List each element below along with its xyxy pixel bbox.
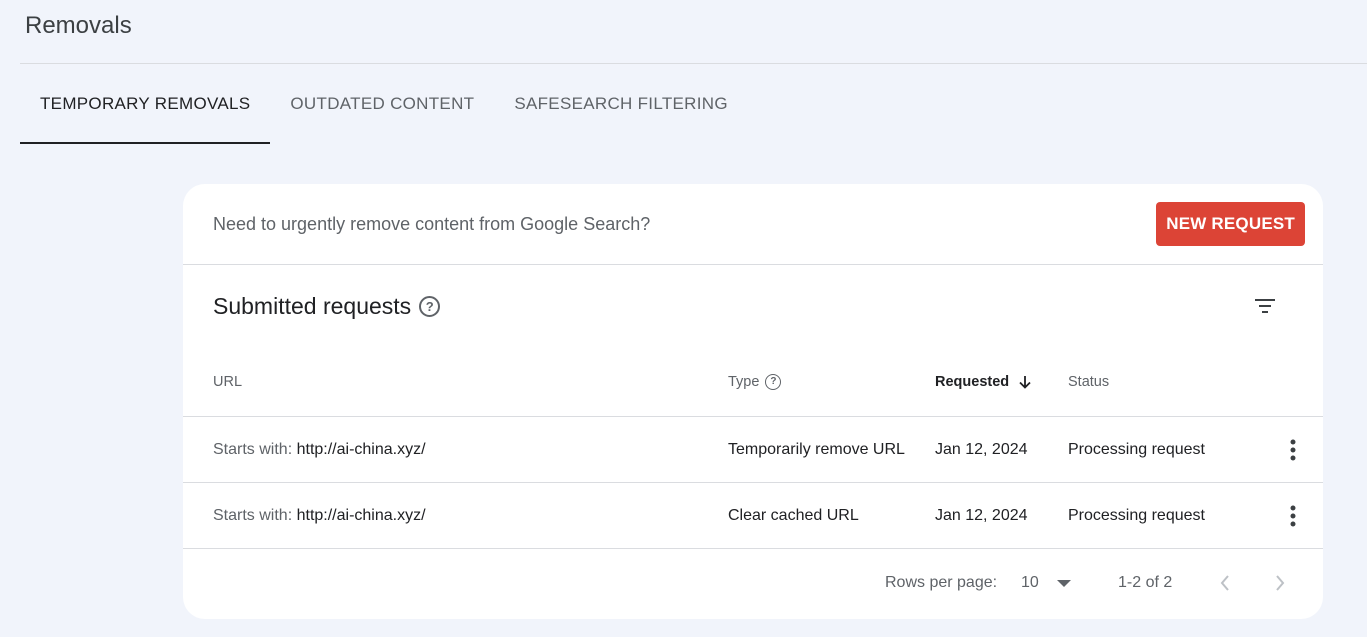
help-icon[interactable]: ? [419, 295, 441, 317]
more-vert-icon[interactable] [1283, 439, 1303, 461]
url-cell: Starts with: http://ai-china.xyz/ [213, 441, 426, 459]
tab-bar: TEMPORARY REMOVALS OUTDATED CONTENT SAFE… [20, 64, 748, 144]
url-value: http://ai-china.xyz/ [296, 440, 426, 458]
column-header-type-wrap: Type ? [728, 373, 782, 390]
table-row[interactable]: Starts with: http://ai-china.xyz/ Tempor… [183, 417, 1323, 483]
column-header-type[interactable]: Type [728, 374, 759, 390]
column-header-requested[interactable]: Requested [935, 374, 1009, 390]
requested-cell: Jan 12, 2024 [935, 440, 1028, 458]
url-cell: Starts with: http://ai-china.xyz/ [213, 507, 426, 525]
page-range: 1-2 of 2 [1118, 574, 1173, 591]
table-header: URL Type ? Requested Status [183, 347, 1323, 417]
column-header-status[interactable]: Status [1068, 374, 1109, 390]
url-value: http://ai-china.xyz/ [296, 506, 426, 524]
type-cell: Temporarily remove URL [728, 440, 905, 458]
type-cell: Clear cached URL [728, 506, 859, 524]
banner-text: Need to urgently remove content from Goo… [213, 213, 651, 234]
column-header-url[interactable]: URL [213, 374, 242, 390]
section-title-wrap: Submitted requests ? [213, 292, 441, 320]
table-row[interactable]: Starts with: http://ai-china.xyz/ Clear … [183, 483, 1323, 549]
chevron-left-icon[interactable] [1219, 574, 1231, 592]
new-request-button[interactable]: NEW REQUEST [1156, 202, 1305, 246]
pagination-bar: Rows per page: 10 1-2 of 2 [183, 549, 1323, 617]
requested-cell: Jan 12, 2024 [935, 506, 1028, 524]
rows-per-page-label: Rows per page: [885, 574, 998, 591]
chevron-right-icon[interactable] [1274, 574, 1286, 592]
rows-per-page-select[interactable]: 10 [1021, 574, 1071, 592]
caret-down-icon[interactable] [1056, 579, 1071, 587]
rows-per-page-value[interactable]: 10 [1021, 574, 1039, 592]
submitted-requests-header: Submitted requests ? [183, 265, 1323, 347]
column-header-requested-wrap[interactable]: Requested [935, 374, 1033, 390]
status-cell: Processing request [1068, 440, 1205, 458]
url-prefix: Starts with: [213, 506, 293, 524]
arrow-down-icon [1019, 375, 1031, 389]
more-vert-icon[interactable] [1283, 505, 1303, 527]
page-title: Removals [25, 12, 132, 39]
url-prefix: Starts with: [213, 440, 293, 458]
urgent-removal-banner: Need to urgently remove content from Goo… [183, 184, 1323, 265]
status-cell: Processing request [1068, 506, 1205, 524]
filter-icon[interactable] [1253, 294, 1277, 318]
type-help-icon[interactable]: ? [765, 373, 782, 390]
removals-card: Need to urgently remove content from Goo… [183, 184, 1323, 619]
tab-safesearch-filtering[interactable]: SAFESEARCH FILTERING [494, 64, 748, 144]
tab-temporary-removals[interactable]: TEMPORARY REMOVALS [20, 64, 271, 144]
section-title: Submitted requests [213, 292, 412, 319]
tab-outdated-content[interactable]: OUTDATED CONTENT [270, 64, 494, 144]
